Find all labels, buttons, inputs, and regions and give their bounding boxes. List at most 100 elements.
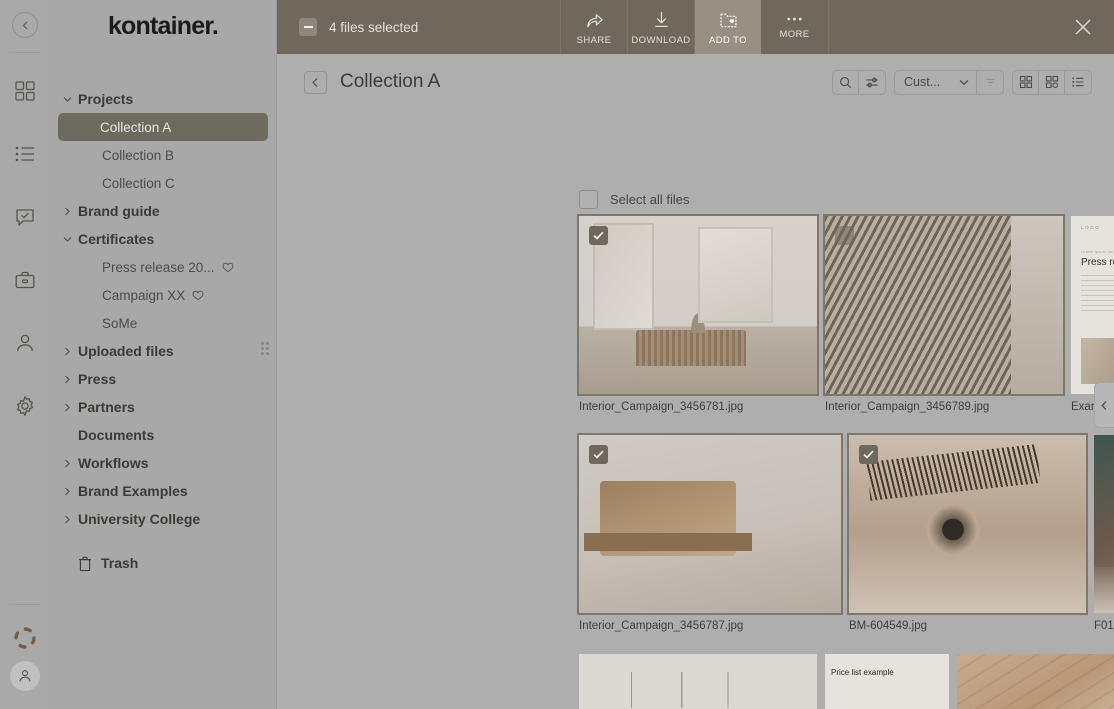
approvals-icon[interactable] <box>0 185 50 248</box>
search-icon[interactable] <box>833 71 859 94</box>
close-selection-icon[interactable] <box>1052 0 1114 54</box>
favorite-heart-icon[interactable] <box>192 290 204 301</box>
sidebar-item-brand-guide[interactable]: Brand guide <box>60 197 266 225</box>
more-button[interactable]: MORE <box>761 0 828 54</box>
file-thumbnail[interactable] <box>849 435 1086 613</box>
chevron-right-icon[interactable] <box>60 456 74 470</box>
download-button[interactable]: DOWNLOAD <box>627 0 694 54</box>
sidebar-item-some[interactable]: SoMe <box>60 309 266 337</box>
sidebar-item-collection-c[interactable]: Collection C <box>60 169 266 197</box>
navigation-sidebar: kontainer. Projects Collection A Collectio… <box>50 0 277 709</box>
select-all-checkbox[interactable] <box>579 190 598 209</box>
sidebar-item-label: SoMe <box>102 316 137 331</box>
sidebar-item-collection-a[interactable]: Collection A <box>58 113 268 141</box>
grid-mixed-icon[interactable] <box>1039 71 1065 94</box>
chevron-right-icon[interactable] <box>60 512 74 526</box>
select-all-row[interactable]: Select all files <box>579 190 689 209</box>
sidebar-item-label: Collection B <box>102 148 174 163</box>
sort-direction-icon[interactable] <box>977 71 1003 94</box>
file-card[interactable]: Interior_Campaign_3456789.jpg <box>825 216 1063 413</box>
file-thumbnail[interactable] <box>825 216 1063 394</box>
chevron-down-icon[interactable] <box>60 92 74 106</box>
right-drawer-toggle[interactable] <box>1094 382 1114 428</box>
brand-logo: kontainer. <box>50 0 276 41</box>
add-to-button[interactable]: ADD TO <box>694 0 761 54</box>
chevron-right-icon[interactable] <box>60 484 74 498</box>
user-avatar[interactable] <box>10 661 40 691</box>
sidebar-item-trash[interactable]: Trash <box>60 549 266 577</box>
file-card[interactable] <box>579 654 817 709</box>
file-thumbnail[interactable] <box>579 216 817 394</box>
file-card[interactable] <box>957 654 1114 709</box>
favorite-heart-icon[interactable] <box>222 262 234 273</box>
sort-select-value: Cust... <box>904 75 940 89</box>
thumbnail-image <box>579 654 817 709</box>
file-card[interactable]: F01_video.mp4 <box>1094 435 1114 632</box>
file-select-checkbox[interactable] <box>589 226 608 245</box>
sidebar-item-press[interactable]: Press <box>60 365 266 393</box>
list-view-icon[interactable] <box>1065 71 1091 94</box>
chevron-right-icon[interactable] <box>60 372 74 386</box>
sidebar-item-collection-b[interactable]: Collection B <box>60 141 266 169</box>
dashboard-grid-icon[interactable] <box>0 59 50 122</box>
chevron-right-icon[interactable] <box>60 400 74 414</box>
content-header: Collection A Cust... <box>277 54 1114 110</box>
help-lifebuoy-icon[interactable] <box>0 615 50 661</box>
download-label: DOWNLOAD <box>631 35 690 46</box>
chevron-down-icon <box>959 79 969 86</box>
share-button[interactable]: SHARE <box>560 0 627 54</box>
rail-bottom-group <box>0 604 50 709</box>
actionbar-spacer <box>828 0 1052 54</box>
sidebar-item-brand-examples[interactable]: Brand Examples <box>60 477 266 505</box>
sidebar-item-workflows[interactable]: Workflows <box>60 449 266 477</box>
file-name-label: Interior_Campaign_3456787.jpg <box>579 620 841 632</box>
folder-tree: Projects Collection A Collection B Collecti… <box>50 85 276 577</box>
file-thumbnail[interactable] <box>1094 435 1114 613</box>
sidebar-item-campaign-xx[interactable]: Campaign XX <box>60 281 266 309</box>
deselect-all-checkbox[interactable] <box>299 18 317 36</box>
header-toolbar: Cust... <box>832 70 1092 95</box>
chevron-right-icon[interactable] <box>60 204 74 218</box>
file-thumbnail[interactable]: Price list example <box>825 654 949 709</box>
file-thumbnail[interactable] <box>579 654 817 709</box>
file-thumbnail[interactable]: LOGOCOMPANYLorem ipsum dolor sitPress re… <box>1071 216 1114 394</box>
file-card[interactable]: Interior_Campaign_3456787.jpg <box>579 435 841 632</box>
settings-gear-icon[interactable] <box>0 374 50 437</box>
file-name-label: F01_video.mp4 <box>1094 620 1114 632</box>
file-card[interactable]: Price list example <box>825 654 949 709</box>
contacts-person-icon[interactable] <box>0 311 50 374</box>
sidebar-item-partners[interactable]: Partners <box>60 393 266 421</box>
file-card[interactable]: BM-604549.jpg <box>849 435 1086 632</box>
chevron-down-icon[interactable] <box>60 232 74 246</box>
file-thumbnail[interactable] <box>579 435 841 613</box>
thumbnail-image <box>579 435 841 613</box>
sidebar-item-label: Brand guide <box>78 203 160 219</box>
filter-sliders-icon[interactable] <box>859 71 885 94</box>
file-select-checkbox[interactable] <box>835 226 854 245</box>
file-select-checkbox[interactable] <box>589 445 608 464</box>
back-button[interactable] <box>304 71 327 94</box>
sidebar-item-certificates[interactable]: Certificates <box>60 225 266 253</box>
sidebar-item-label: Campaign XX <box>102 288 185 303</box>
sidebar-item-documents[interactable]: Documents <box>60 421 266 449</box>
grid-large-icon[interactable] <box>1013 71 1039 94</box>
sidebar-item-university-college[interactable]: University College <box>60 505 266 533</box>
sidebar-item-label: Collection A <box>100 120 171 135</box>
file-thumbnail[interactable] <box>957 654 1114 709</box>
sort-select[interactable]: Cust... <box>895 71 977 94</box>
thumbnail-image <box>825 216 1063 394</box>
collapse-panel-button[interactable] <box>12 12 38 38</box>
sidebar-item-label: Brand Examples <box>78 483 188 499</box>
briefcase-icon[interactable] <box>0 248 50 311</box>
file-card[interactable]: Interior_Campaign_3456781.jpg <box>579 216 817 413</box>
file-select-checkbox[interactable] <box>859 445 878 464</box>
share-label: SHARE <box>577 35 612 46</box>
chevron-right-icon[interactable] <box>60 344 74 358</box>
sidebar-item-label: Collection C <box>102 176 175 191</box>
sidebar-item-projects[interactable]: Projects <box>60 85 266 113</box>
sidebar-item-uploaded-files[interactable]: Uploaded files <box>60 337 266 365</box>
sidebar-item-label: Certificates <box>78 231 154 247</box>
assets-list-icon[interactable] <box>0 122 50 185</box>
sidebar-resize-handle[interactable] <box>261 342 271 356</box>
sidebar-item-press-release-20[interactable]: Press release 20... <box>60 253 266 281</box>
